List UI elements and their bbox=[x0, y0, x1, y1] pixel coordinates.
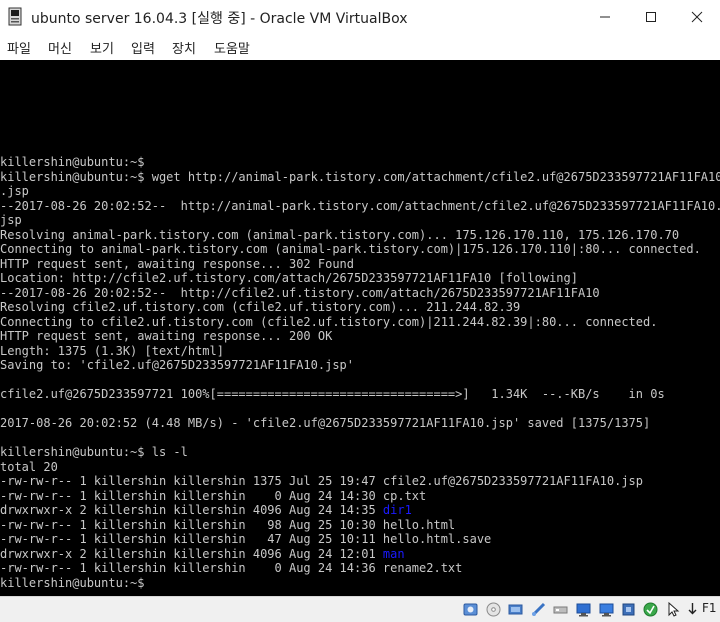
host-key-indicator[interactable]: F1 bbox=[686, 601, 717, 615]
terminal-line: killershin@ubuntu:~$ ls -l bbox=[0, 445, 188, 459]
cpu-icon[interactable] bbox=[642, 601, 659, 618]
title-bar[interactable]: ubunto server 16.04.3 [실행 중] - Oracle VM… bbox=[0, 0, 720, 34]
ls-entry-dirname: man bbox=[382, 546, 405, 561]
maximize-button[interactable] bbox=[628, 0, 674, 34]
host-key-label: F1 bbox=[702, 601, 717, 615]
terminal-line: total 20 bbox=[0, 459, 58, 474]
terminal-line: killershin@ubuntu:~$ bbox=[0, 155, 145, 169]
optical-drive-icon[interactable] bbox=[485, 601, 502, 618]
ls-entry-attributes: -rw-rw-r-- 1 killershin killershin 0 Aug… bbox=[0, 488, 383, 503]
ls-entry: -rw-rw-r-- 1 killershin killershin 1375 … bbox=[0, 474, 720, 489]
minimize-button[interactable] bbox=[582, 0, 628, 34]
vm-display[interactable]: killershin@ubuntu:~$ killershin@ubuntu:~$… bbox=[0, 60, 720, 596]
ls-entry-attributes: drwxrwxr-x 2 killershin killershin 4096 … bbox=[0, 503, 383, 517]
terminal-prompt: killershin@ubuntu:~$ bbox=[0, 575, 145, 590]
ls-entry-filename: hello.html bbox=[382, 517, 456, 532]
menu-devices[interactable]: 장치 bbox=[172, 38, 196, 57]
ls-entry: drwxrwxr-x 2 killershin killershin 4096 … bbox=[0, 503, 720, 518]
terminal-line: jsp bbox=[0, 213, 22, 227]
terminal-line: Resolving animal-park.tistory.com (anima… bbox=[0, 227, 680, 242]
ls-entry: -rw-rw-r-- 1 killershin killershin 47 Au… bbox=[0, 532, 720, 547]
terminal-line: Connecting to cfile2.uf.tistory.com (cfi… bbox=[0, 314, 658, 329]
terminal-line: Length: 1375 (1.3K) [text/html] bbox=[0, 343, 224, 358]
terminal-line: 2017-08-26 20:02:52 (4.48 MB/s) - 'cfile… bbox=[0, 416, 651, 430]
close-button[interactable] bbox=[674, 0, 720, 34]
shared-folder-icon[interactable] bbox=[575, 601, 592, 618]
hard-disk-icon[interactable] bbox=[462, 601, 479, 618]
keyboard-capture-icon bbox=[688, 602, 697, 614]
minimize-icon bbox=[600, 16, 610, 18]
audio-icon[interactable] bbox=[507, 601, 524, 618]
terminal-line: HTTP request sent, awaiting response... … bbox=[0, 329, 333, 343]
ls-entry-filename: cfile2.uf@2675D233597721AF11FA10.jsp bbox=[382, 474, 643, 488]
ls-entry-filename: hello.html.save bbox=[382, 532, 492, 546]
terminal-line: Resolving cfile2.uf.tistory.com (cfile2.… bbox=[0, 300, 521, 314]
terminal-line: HTTP request sent, awaiting response... … bbox=[0, 256, 355, 271]
terminal-line: Connecting to animal-park.tistory.com (a… bbox=[0, 242, 701, 256]
virtualbox-app-icon bbox=[8, 7, 22, 26]
ls-entry-filename: rename2.txt bbox=[382, 561, 463, 575]
status-bar: F1 bbox=[0, 596, 720, 622]
ls-entry: -rw-rw-r-- 1 killershin killershin 0 Aug… bbox=[0, 489, 720, 504]
ls-entry-attributes: -rw-rw-r-- 1 killershin killershin 98 Au… bbox=[0, 517, 383, 532]
close-icon bbox=[691, 11, 703, 23]
menu-machine[interactable]: 머신 bbox=[48, 38, 72, 57]
menu-view[interactable]: 보기 bbox=[90, 38, 114, 57]
ls-entry: -rw-rw-r-- 1 killershin killershin 98 Au… bbox=[0, 518, 720, 533]
terminal-line: killershin@ubuntu:~$ wget http://animal-… bbox=[0, 169, 720, 184]
maximize-icon bbox=[646, 12, 656, 22]
ls-entry-dirname: dir1 bbox=[382, 503, 412, 517]
terminal-line: --2017-08-26 20:02:52-- http://cfile2.uf… bbox=[0, 285, 600, 300]
terminal-line: Saving to: 'cfile2.uf@2675D233597721AF11… bbox=[0, 358, 355, 372]
terminal-line: Location: http://cfile2.uf.tistory.com/a… bbox=[0, 271, 578, 285]
ls-entry: drwxrwxr-x 2 killershin killershin 4096 … bbox=[0, 547, 720, 562]
terminal-output: killershin@ubuntu:~$ killershin@ubuntu:~$… bbox=[0, 155, 720, 590]
video-capture-icon[interactable] bbox=[620, 601, 637, 618]
ls-entry-attributes: -rw-rw-r-- 1 killershin killershin 0 Aug… bbox=[0, 561, 383, 575]
menu-file[interactable]: 파일 bbox=[7, 38, 31, 57]
ls-entry-attributes: -rw-rw-r-- 1 killershin killershin 47 Au… bbox=[0, 532, 383, 546]
window-title: ubunto server 16.04.3 [실행 중] - Oracle VM… bbox=[31, 11, 408, 27]
ls-entry-attributes: -rw-rw-r-- 1 killershin killershin 1375 … bbox=[0, 474, 383, 488]
terminal-line: --2017-08-26 20:02:52-- http://animal-pa… bbox=[0, 198, 720, 213]
usb-icon[interactable] bbox=[552, 601, 569, 618]
terminal-line: cfile2.uf@2675D233597721 100%[==========… bbox=[0, 387, 665, 401]
menu-bar: 파일 머신 보기 입력 장치 도움말 bbox=[0, 34, 720, 60]
ls-entry-attributes: drwxrwxr-x 2 killershin killershin 4096 … bbox=[0, 546, 383, 561]
ls-entry: -rw-rw-r-- 1 killershin killershin 0 Aug… bbox=[0, 561, 720, 576]
menu-input[interactable]: 입력 bbox=[131, 38, 155, 57]
display-icon[interactable] bbox=[598, 601, 615, 618]
terminal-line: .jsp bbox=[0, 184, 29, 198]
ls-entry-filename: cp.txt bbox=[382, 488, 427, 503]
menu-help[interactable]: 도움말 bbox=[214, 38, 250, 57]
mouse-integration-icon[interactable] bbox=[664, 601, 681, 618]
network-icon[interactable] bbox=[530, 601, 547, 618]
